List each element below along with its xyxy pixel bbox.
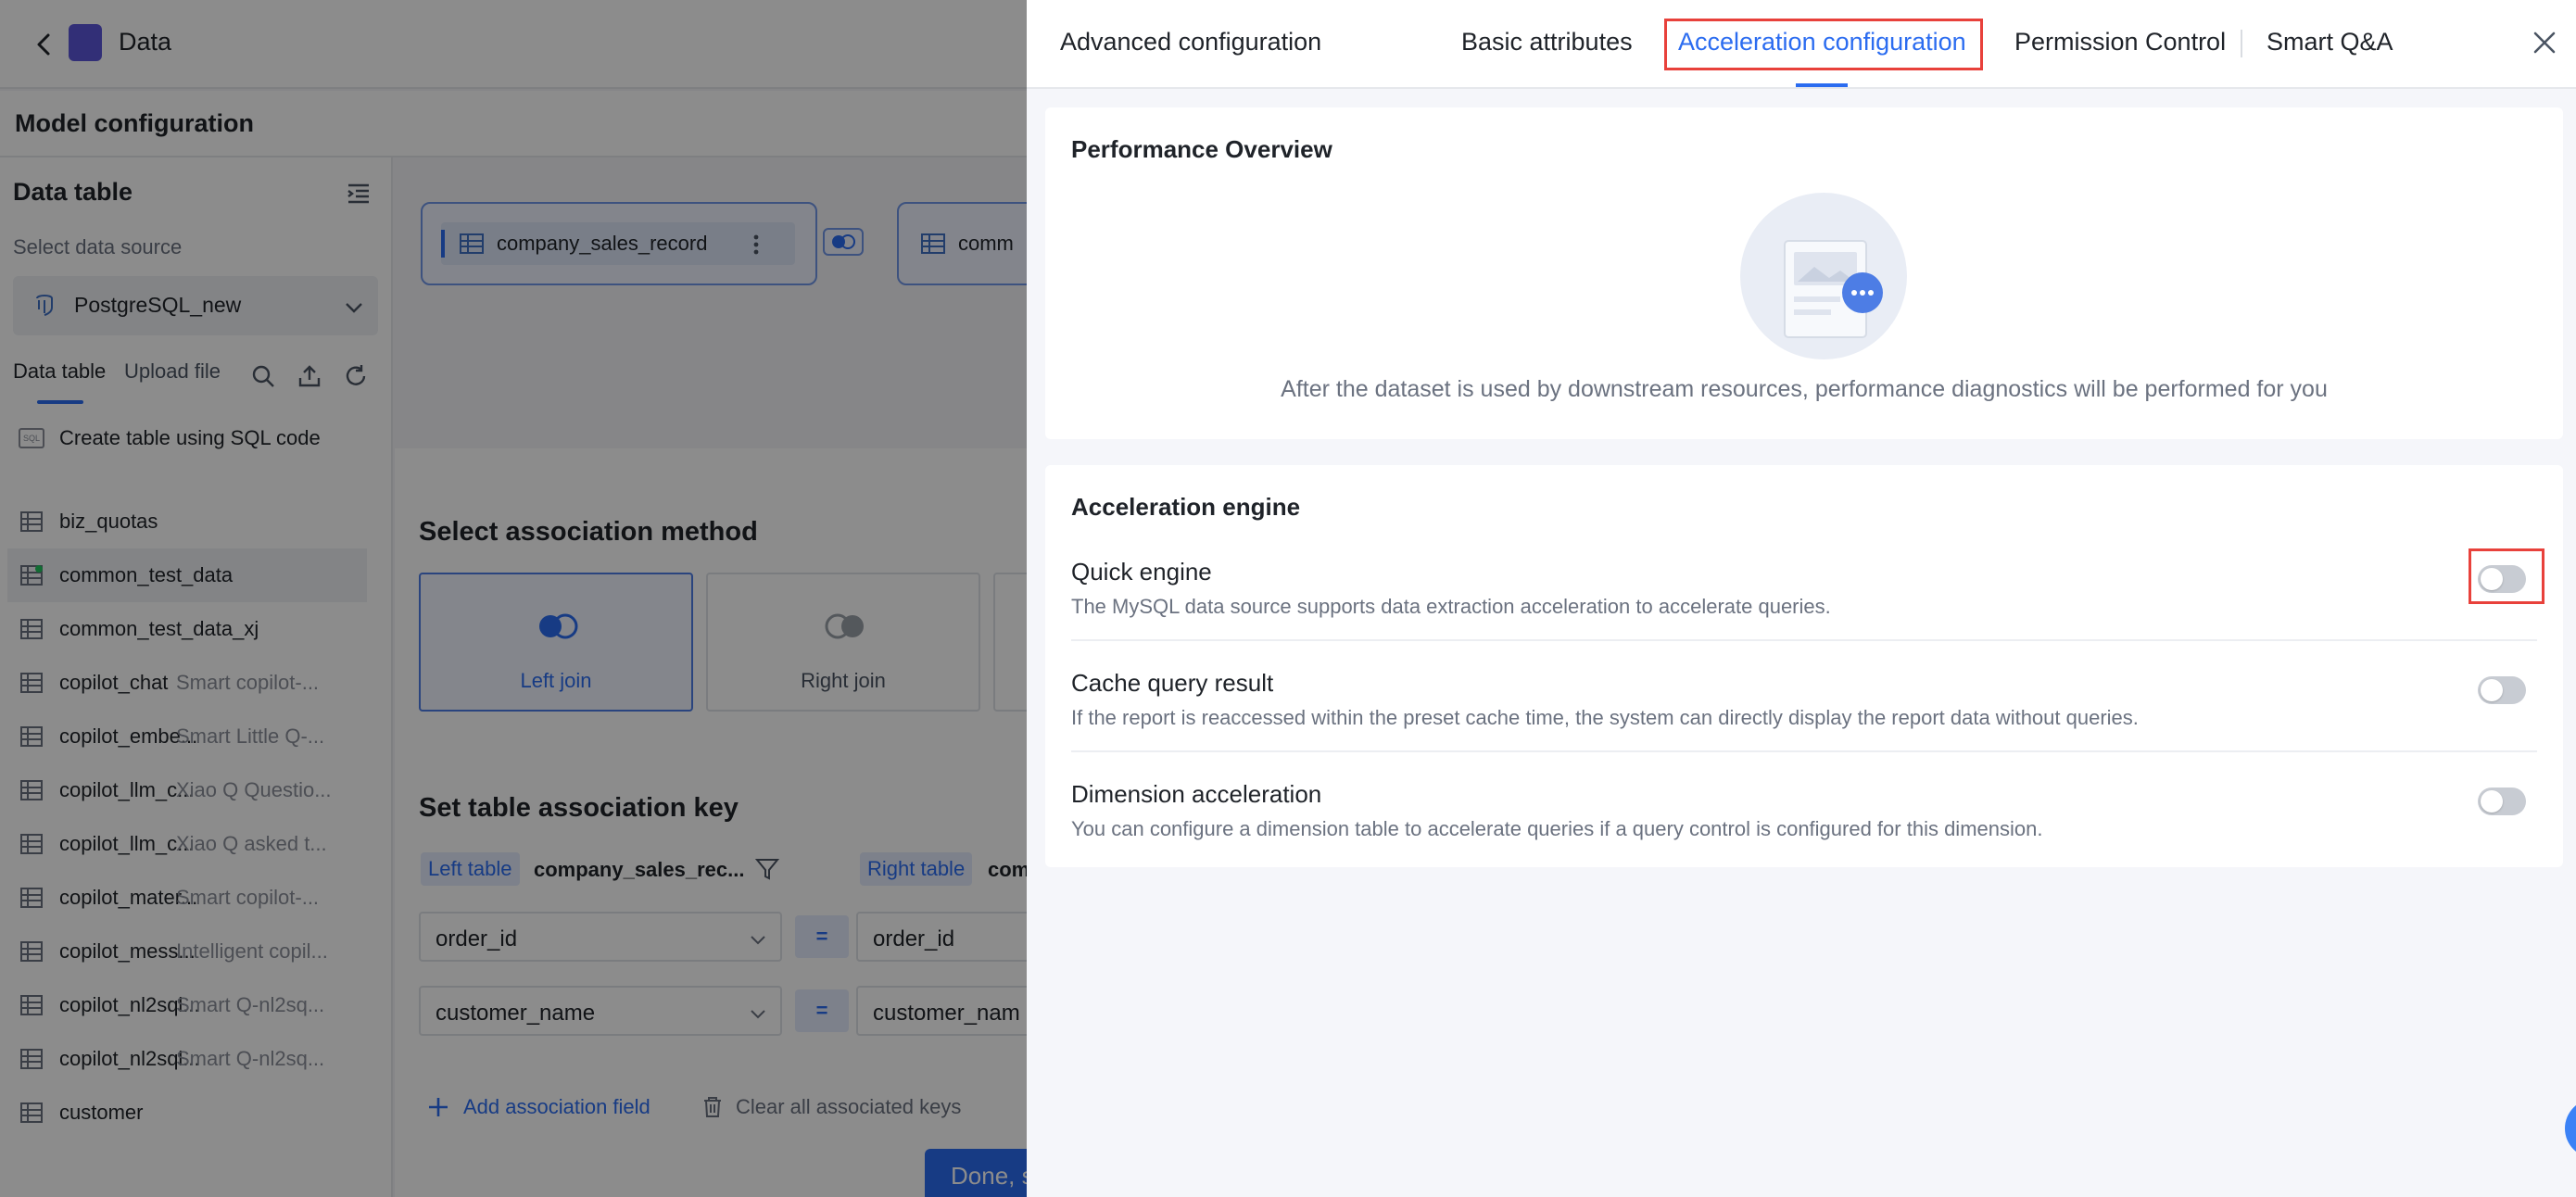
cache-query-result-option: Cache query result If the report is reac… <box>1071 669 2537 780</box>
acceleration-engine-card: Acceleration engine Quick engine The MyS… <box>1045 465 2563 867</box>
drawer-header: Advanced configuration Basic attributes … <box>1027 0 2576 89</box>
tab-smart-qa[interactable]: Smart Q&A <box>2267 28 2393 57</box>
performance-overview-card: Performance Overview After the dataset i… <box>1045 107 2563 439</box>
option-description: The MySQL data source supports data extr… <box>1071 595 1831 618</box>
tab-divider <box>2241 30 2242 57</box>
drawer-title: Advanced configuration <box>1060 28 1322 56</box>
divider <box>1071 639 2537 641</box>
option-title: Dimension acceleration <box>1071 780 1322 808</box>
option-description: You can configure a dimension table to a… <box>1071 817 2043 840</box>
highlight-box <box>1664 19 1983 70</box>
dimension-acceleration-toggle[interactable] <box>2478 788 2526 815</box>
tab-basic-attributes[interactable]: Basic attributes <box>1461 28 1633 57</box>
option-description: If the report is reaccessed within the p… <box>1071 706 2139 729</box>
floating-help-button[interactable] <box>2565 1099 2576 1158</box>
divider <box>1071 750 2537 752</box>
active-tab-underline <box>1796 83 1848 87</box>
highlight-box <box>2469 548 2544 604</box>
modal-overlay[interactable] <box>0 0 1027 1197</box>
dimension-acceleration-option: Dimension acceleration You can configure… <box>1071 780 2537 891</box>
option-title: Cache query result <box>1071 669 1274 697</box>
performance-message: After the dataset is used by downstream … <box>1281 376 2328 402</box>
acceleration-engine-title: Acceleration engine <box>1071 493 1301 521</box>
cache-query-result-toggle[interactable] <box>2478 676 2526 704</box>
quick-engine-option: Quick engine The MySQL data source suppo… <box>1071 548 2544 669</box>
performance-overview-title: Performance Overview <box>1071 135 1332 163</box>
advanced-config-drawer: Advanced configuration Basic attributes … <box>1027 0 2576 1197</box>
tab-permission-control[interactable]: Permission Control <box>2014 28 2226 57</box>
close-icon[interactable] <box>2530 28 2559 57</box>
option-title: Quick engine <box>1071 558 1212 586</box>
empty-state-illustration-icon <box>1740 193 1907 359</box>
